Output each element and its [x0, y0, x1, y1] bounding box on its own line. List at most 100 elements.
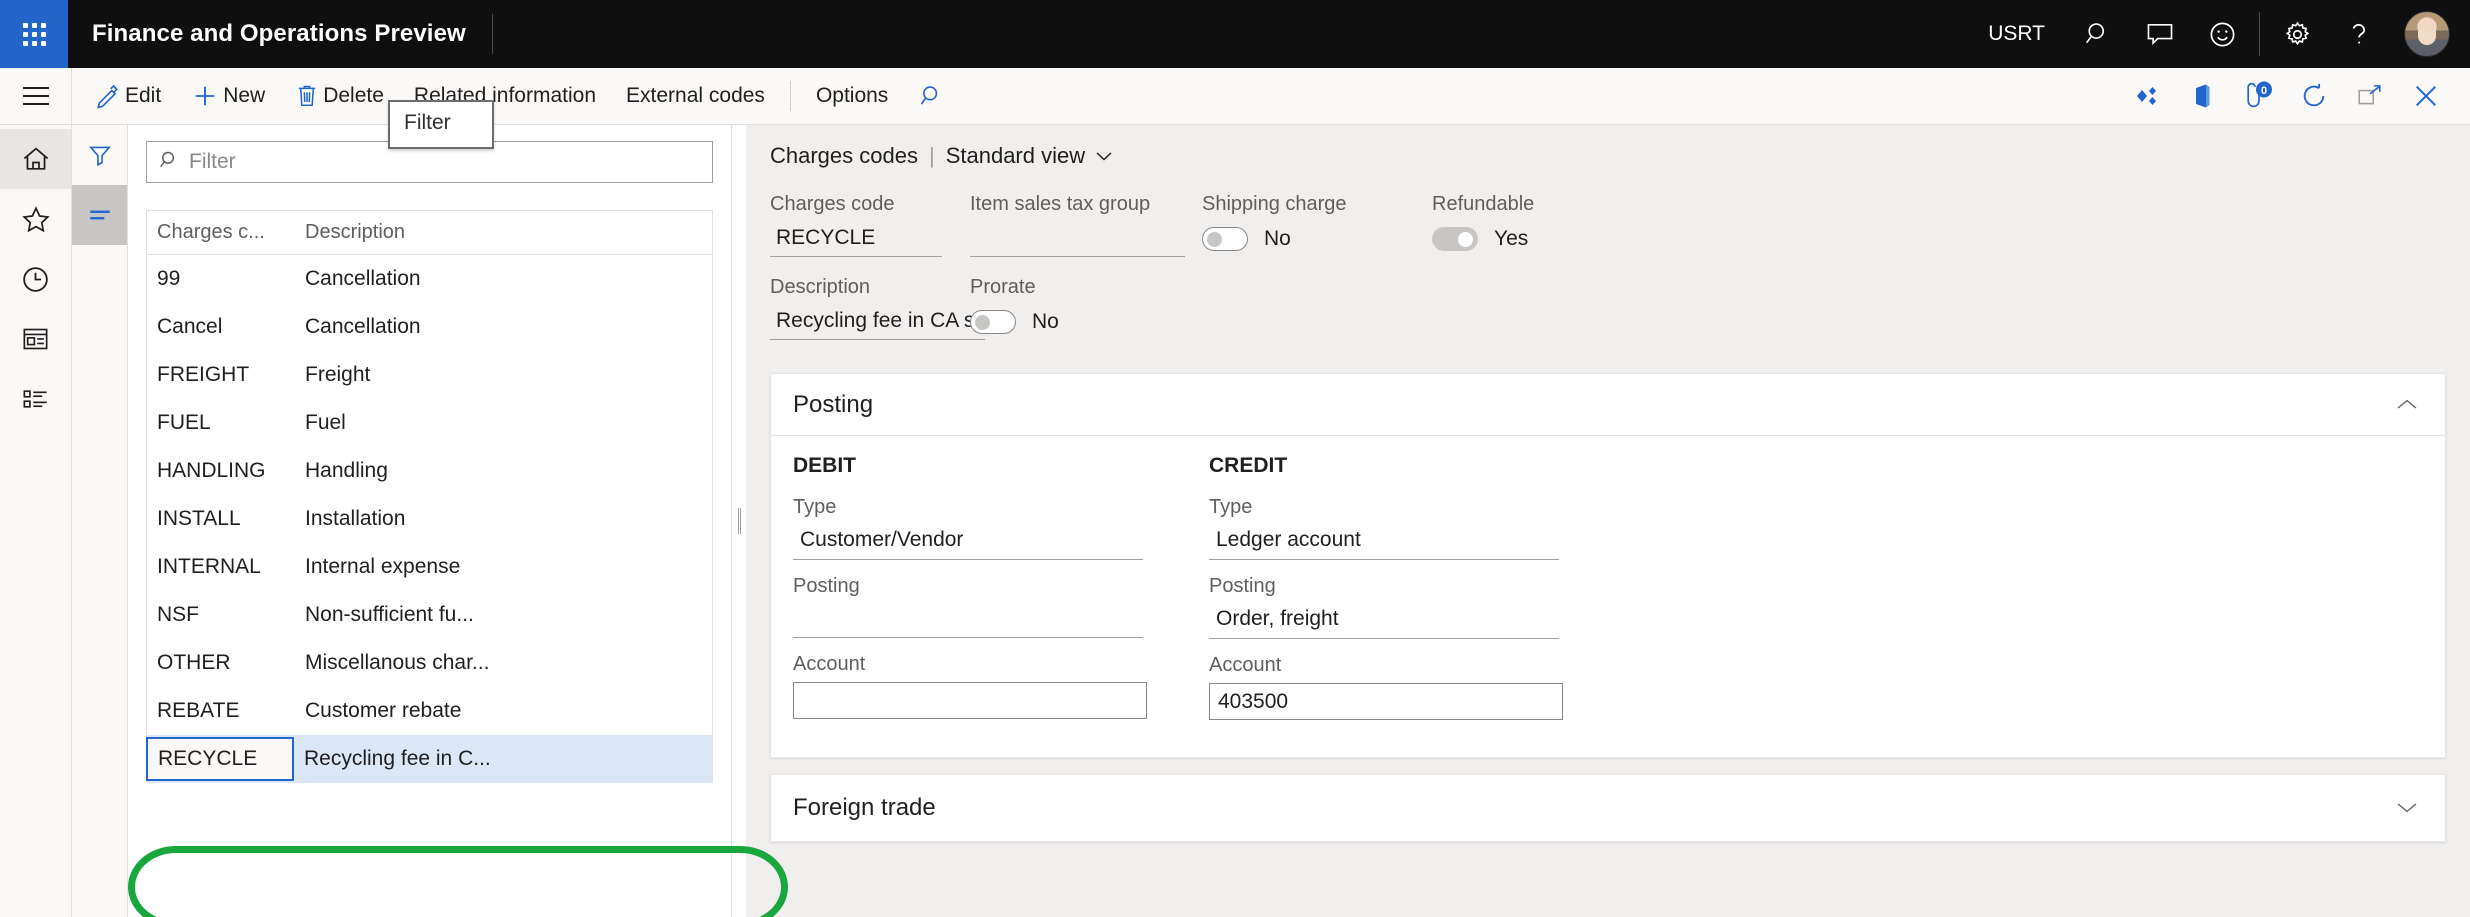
- cell-charges-code[interactable]: FREIGHT: [147, 363, 295, 387]
- cell-description[interactable]: Customer rebate: [295, 699, 712, 723]
- field-column-3: Shipping charge No: [1202, 193, 1432, 359]
- charges-code-value[interactable]: RECYCLE: [770, 223, 942, 257]
- external-codes-label: External codes: [626, 84, 765, 108]
- grid-view-icon[interactable]: [72, 185, 127, 245]
- hamburger-menu-icon[interactable]: [0, 68, 72, 124]
- cell-description[interactable]: Cancellation: [295, 267, 712, 291]
- breadcrumb: Charges codes | Standard view: [770, 143, 2446, 169]
- posting-section-header[interactable]: Posting: [771, 374, 2445, 436]
- options-button[interactable]: Options: [801, 68, 903, 124]
- view-selector-label: Standard view: [946, 143, 1085, 169]
- message-icon[interactable]: [2129, 0, 2191, 68]
- pane-splitter[interactable]: [732, 125, 746, 917]
- detail-pane: Charges codes | Standard view Charges co…: [746, 125, 2470, 917]
- table-row[interactable]: CancelCancellation: [147, 303, 712, 351]
- refundable-toggle-row: Yes: [1432, 223, 1698, 251]
- cell-description[interactable]: Freight: [295, 363, 712, 387]
- column-header-description[interactable]: Description: [295, 221, 712, 244]
- shipping-charge-toggle[interactable]: [1202, 227, 1248, 251]
- sidebar-item-favorites[interactable]: [0, 189, 71, 249]
- charges-code-label: Charges code: [770, 193, 970, 216]
- table-row[interactable]: 99Cancellation: [147, 255, 712, 303]
- debit-account-label: Account: [793, 653, 1209, 676]
- sidebar-item-workspaces[interactable]: [0, 309, 71, 369]
- feedback-smiley-icon[interactable]: [2191, 0, 2253, 68]
- credit-column: CREDIT Type Ledger account Posting Order…: [1209, 454, 1625, 735]
- attachments-icon[interactable]: 0: [2230, 68, 2286, 124]
- company-indicator[interactable]: USRT: [1966, 22, 2067, 46]
- cell-description[interactable]: Non-sufficient fu...: [295, 603, 712, 627]
- table-row[interactable]: OTHERMiscellanous char...: [147, 639, 712, 687]
- dynamics-diamond-icon[interactable]: [2118, 68, 2174, 124]
- cell-charges-code[interactable]: INTERNAL: [147, 555, 295, 579]
- cell-description[interactable]: Handling: [295, 459, 712, 483]
- credit-posting-value[interactable]: Order, freight: [1209, 604, 1559, 639]
- cell-charges-code[interactable]: REBATE: [147, 699, 295, 723]
- chevron-down-icon: [1094, 143, 1114, 169]
- cell-charges-code[interactable]: Cancel: [147, 315, 295, 339]
- gear-icon[interactable]: [2266, 0, 2328, 68]
- search-icon[interactable]: [2067, 0, 2129, 68]
- description-label: Description: [770, 276, 970, 299]
- cell-description[interactable]: Internal expense: [295, 555, 712, 579]
- debit-posting-value[interactable]: [793, 604, 1143, 638]
- cell-description[interactable]: Recycling fee in C...: [294, 747, 712, 771]
- svg-text:0: 0: [2261, 85, 2267, 97]
- debit-posting-field: Posting: [793, 575, 1209, 638]
- delete-button[interactable]: Delete: [280, 68, 399, 124]
- prorate-toggle[interactable]: [970, 310, 1016, 334]
- cell-charges-code[interactable]: FUEL: [147, 411, 295, 435]
- table-row[interactable]: NSFNon-sufficient fu...: [147, 591, 712, 639]
- cell-description[interactable]: Fuel: [295, 411, 712, 435]
- delete-button-label: Delete: [323, 84, 384, 108]
- cell-description[interactable]: Cancellation: [295, 315, 712, 339]
- table-row[interactable]: REBATECustomer rebate: [147, 687, 712, 735]
- sidebar-item-home[interactable]: [0, 129, 71, 189]
- cell-charges-code[interactable]: 99: [147, 267, 295, 291]
- refundable-toggle[interactable]: [1432, 227, 1478, 251]
- cell-charges-code[interactable]: NSF: [147, 603, 295, 627]
- command-search-button[interactable]: [903, 68, 959, 124]
- new-button[interactable]: New: [176, 68, 280, 124]
- credit-type-value[interactable]: Ledger account: [1209, 525, 1559, 560]
- help-question-icon[interactable]: [2328, 0, 2390, 68]
- refundable-field: Refundable Yes: [1432, 193, 1698, 251]
- view-selector[interactable]: Standard view: [946, 143, 1114, 169]
- credit-account-label: Account: [1209, 654, 1625, 677]
- sidebar-item-modules[interactable]: [0, 369, 71, 429]
- avatar[interactable]: [2404, 11, 2450, 57]
- table-row[interactable]: HANDLINGHandling: [147, 447, 712, 495]
- close-icon[interactable]: [2398, 68, 2454, 124]
- cell-charges-code[interactable]: INSTALL: [147, 507, 295, 531]
- sidebar-item-recent[interactable]: [0, 249, 71, 309]
- popout-icon[interactable]: [2342, 68, 2398, 124]
- debit-type-value[interactable]: Customer/Vendor: [793, 525, 1143, 560]
- refresh-icon[interactable]: [2286, 68, 2342, 124]
- table-row[interactable]: FREIGHTFreight: [147, 351, 712, 399]
- search-input[interactable]: [189, 150, 701, 174]
- cell-charges-code[interactable]: OTHER: [147, 651, 295, 675]
- table-row[interactable]: INSTALLInstallation: [147, 495, 712, 543]
- external-codes-button[interactable]: External codes: [611, 68, 780, 124]
- cell-charges-code[interactable]: RECYCLE: [146, 737, 294, 781]
- edit-button[interactable]: Edit: [80, 68, 176, 124]
- debit-account-input[interactable]: [793, 682, 1147, 719]
- table-row[interactable]: RECYCLERecycling fee in C...: [147, 735, 712, 783]
- cell-charges-code[interactable]: HANDLING: [147, 459, 295, 483]
- column-header-charges-code[interactable]: Charges c...: [147, 221, 295, 244]
- debit-column: DEBIT Type Customer/Vendor Posting Accou…: [793, 454, 1209, 735]
- description-value[interactable]: Recycling fee in CA s...: [770, 306, 985, 340]
- chevron-up-icon: [2395, 391, 2419, 419]
- item-sales-tax-group-value[interactable]: [970, 223, 1185, 257]
- command-buttons: Edit New Delete Related information: [72, 68, 959, 124]
- credit-account-input[interactable]: 403500: [1209, 683, 1563, 720]
- app-launcher-button[interactable]: [0, 0, 68, 68]
- table-row[interactable]: FUELFuel: [147, 399, 712, 447]
- foreign-trade-section-header[interactable]: Foreign trade: [771, 775, 2445, 841]
- filter-funnel-icon[interactable]: [72, 125, 127, 185]
- office-app-icon[interactable]: [2174, 68, 2230, 124]
- table-row[interactable]: INTERNALInternal expense: [147, 543, 712, 591]
- header-actions: USRT: [1966, 0, 2470, 68]
- cell-description[interactable]: Miscellanous char...: [295, 651, 712, 675]
- cell-description[interactable]: Installation: [295, 507, 712, 531]
